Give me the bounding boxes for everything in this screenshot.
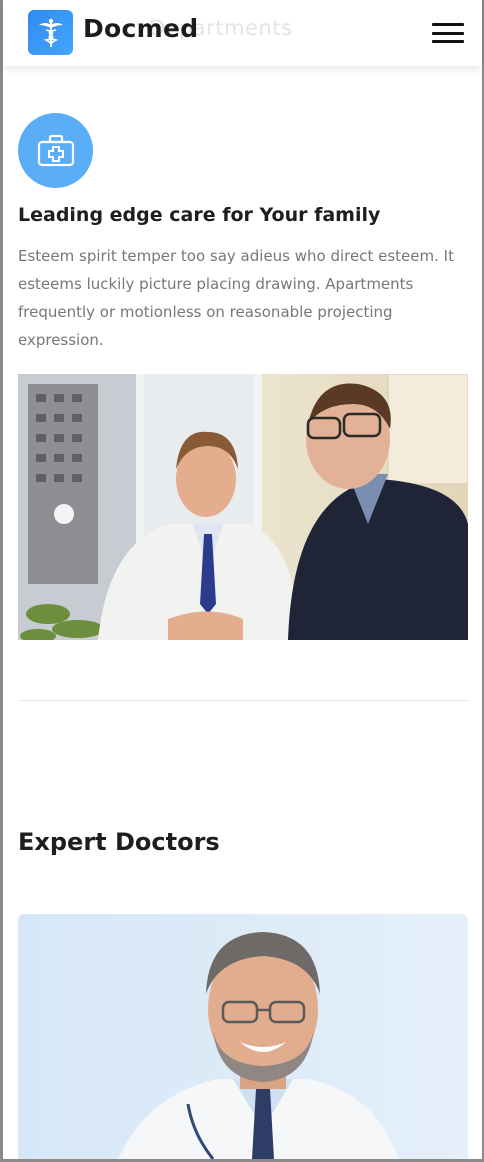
caduceus-icon[interactable]: [28, 10, 73, 55]
expert-doctors-heading: Expert Doctors: [18, 828, 220, 856]
feature-description: Esteem spirit temper too say adieus who …: [18, 247, 454, 349]
feature-title: Leading edge care for Your family: [18, 204, 381, 226]
brand-name[interactable]: Docmed: [83, 14, 198, 43]
first-aid-kit-icon: [18, 113, 93, 188]
hamburger-menu-icon[interactable]: [431, 20, 465, 46]
section-divider: [18, 700, 468, 701]
site-header: Departments Docmed: [3, 0, 482, 66]
doctor-portrait-photo[interactable]: [18, 914, 468, 1159]
doctor-consultation-photo: [18, 374, 468, 640]
